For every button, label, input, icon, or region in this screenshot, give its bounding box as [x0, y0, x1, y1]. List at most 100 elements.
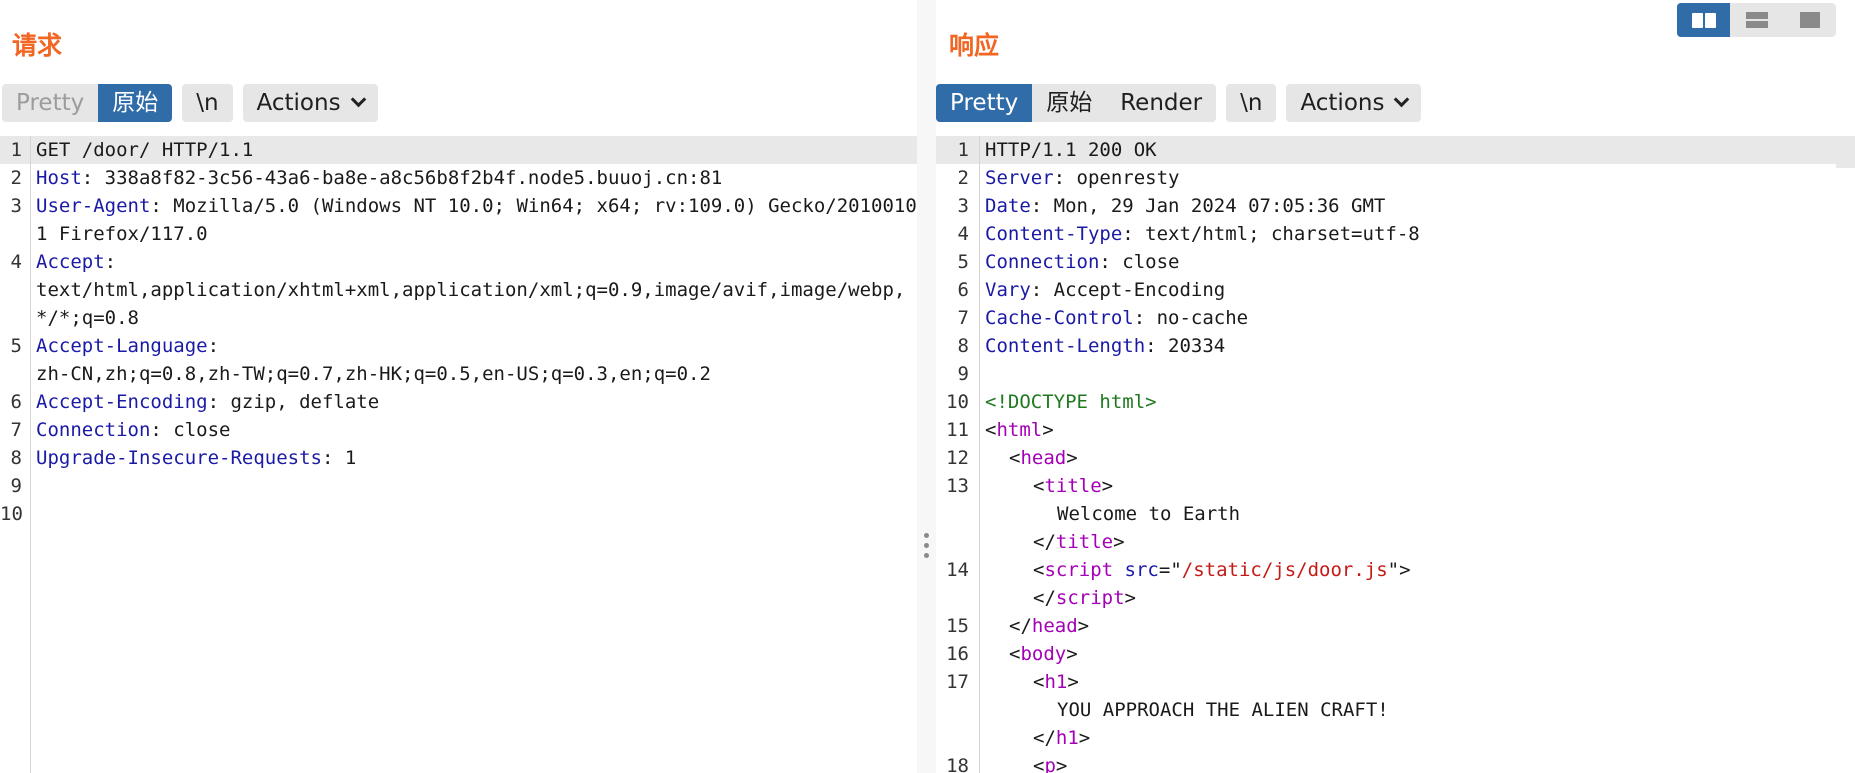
response-editor[interactable]: 1 HTTP/1.1 200 OK 2 Server: openresty 3 Date:…	[936, 136, 1855, 773]
code-text: <head>	[1009, 447, 1078, 469]
line-number: 1	[10, 139, 22, 161]
response-tab-pretty[interactable]: Pretty	[936, 84, 1033, 122]
chevron-down-icon	[350, 91, 366, 108]
line-number: 8	[10, 447, 22, 469]
request-code-line: 5 Accept-Language: zh-CN,zh;q=0.8,zh-TW;q…	[0, 332, 917, 388]
response-code-line: 2 Server: openresty	[936, 164, 1855, 192]
response-view-tabs: Pretty 原始 Render	[936, 84, 1217, 122]
code-text: HTTP/1.1 200 OK	[985, 139, 1157, 161]
line-number: 5	[957, 251, 969, 273]
response-code-line: 13 <title>	[936, 472, 1855, 500]
code-text: <script src="/static/js/door.js">	[1033, 559, 1411, 581]
response-code-line: 11 <html>	[936, 416, 1855, 444]
request-code-line: 4 Accept: text/html,application/xhtml+xml…	[0, 248, 917, 332]
response-code-line: 14 <script src="/static/js/door.js">	[936, 556, 1855, 584]
response-title: 响应	[949, 31, 1000, 60]
line-number: 8	[957, 335, 969, 357]
code-text: GET /door/ HTTP/1.1	[36, 139, 254, 161]
line-number: 4	[957, 223, 969, 245]
line-number	[936, 500, 969, 528]
request-code-line: 1 GET /door/ HTTP/1.1	[0, 136, 917, 164]
request-tab-pretty[interactable]: Pretty	[2, 84, 98, 122]
code-text: Accept-Language: zh-CN,zh;q=0.8,zh-TW;q=…	[36, 335, 711, 385]
response-code-line: YOU APPROACH THE ALIEN CRAFT!	[936, 696, 1855, 724]
response-code-line: Welcome to Earth	[936, 500, 1855, 528]
line-number	[936, 724, 969, 752]
line-number: 3	[10, 195, 22, 217]
line-number: 5	[10, 335, 22, 357]
request-code-line: 2 Host: 338a8f82-3c56-43a6-ba8e-a8c56b8f2…	[0, 164, 917, 192]
line-number: 16	[946, 643, 969, 665]
response-code-lines: 1 HTTP/1.1 200 OK 2 Server: openresty 3 Date:…	[936, 136, 1855, 773]
code-text: Vary: Accept-Encoding	[985, 279, 1226, 301]
scrollbar-thumb[interactable]	[1836, 136, 1855, 168]
line-number: 10	[946, 391, 969, 413]
line-number: 6	[10, 391, 22, 413]
code-text: YOU APPROACH THE ALIEN CRAFT!	[1057, 699, 1389, 721]
request-editor[interactable]: 1 GET /door/ HTTP/1.1 2 Host: 338a8f82-3c56…	[0, 136, 917, 773]
response-tab-render[interactable]: Render	[1106, 84, 1216, 122]
line-number	[936, 528, 969, 556]
request-toolbar: Pretty 原始 \n Actions	[2, 84, 378, 122]
line-number: 9	[957, 363, 969, 385]
request-tab-raw[interactable]: 原始	[98, 84, 173, 122]
response-code-line: 9	[936, 360, 1855, 388]
response-code-line: 3 Date: Mon, 29 Jan 2024 07:05:36 GMT	[936, 192, 1855, 220]
response-code-line: 4 Content-Type: text/html; charset=utf-8	[936, 220, 1855, 248]
line-number: 18	[946, 755, 969, 773]
code-text: Upgrade-Insecure-Requests: 1	[36, 447, 357, 469]
actions-label: Actions	[256, 90, 341, 116]
response-code-line: 10 <!DOCTYPE html>	[936, 388, 1855, 416]
request-view-tabs: Pretty 原始	[2, 84, 173, 122]
response-code-line: 6 Vary: Accept-Encoding	[936, 276, 1855, 304]
request-actions-button[interactable]: Actions	[243, 84, 378, 122]
response-code-line: 12 <head>	[936, 444, 1855, 472]
code-text: <html>	[985, 419, 1054, 441]
code-text: User-Agent: Mozilla/5.0 (Windows NT 10.0…	[36, 195, 917, 245]
code-text: Date: Mon, 29 Jan 2024 07:05:36 GMT	[985, 195, 1386, 217]
line-number: 12	[946, 447, 969, 469]
code-text: Content-Length: 20334	[985, 335, 1226, 357]
line-number: 2	[957, 167, 969, 189]
line-number: 4	[10, 251, 22, 273]
response-newline-toggle[interactable]: \n	[1226, 84, 1276, 122]
response-code-line: </title>	[936, 528, 1855, 556]
code-text: <h1>	[1033, 671, 1079, 693]
actions-label: Actions	[1300, 90, 1385, 116]
request-title: 请求	[12, 31, 63, 60]
request-code-line: 9	[0, 472, 917, 500]
code-text: Connection: close	[985, 251, 1180, 273]
response-code-line: 1 HTTP/1.1 200 OK	[936, 136, 1855, 164]
line-number	[936, 584, 969, 612]
request-code-line: 8 Upgrade-Insecure-Requests: 1	[0, 444, 917, 472]
request-newline-toggle[interactable]: \n	[182, 84, 232, 122]
code-text: Content-Type: text/html; charset=utf-8	[985, 223, 1420, 245]
line-number: 17	[946, 671, 969, 693]
line-number: 14	[946, 559, 969, 581]
code-text: Welcome to Earth	[1057, 503, 1241, 525]
code-text: </h1>	[1033, 727, 1091, 749]
response-code-line: 18 <p>	[936, 752, 1855, 773]
response-code-line: 5 Connection: close	[936, 248, 1855, 276]
line-number: 15	[946, 615, 969, 637]
request-code-line: 7 Connection: close	[0, 416, 917, 444]
code-text: <title>	[1033, 475, 1114, 497]
code-text: </script>	[1033, 587, 1136, 609]
request-pane: 请求 Pretty 原始 \n Actions 1 GET /door/ HTTP…	[0, 0, 917, 773]
response-code-line: 16 <body>	[936, 640, 1855, 668]
line-number: 11	[946, 419, 969, 441]
response-tab-raw[interactable]: 原始	[1032, 84, 1106, 122]
code-text: Connection: close	[36, 419, 231, 441]
pane-splitter[interactable]	[917, 0, 936, 773]
response-actions-button[interactable]: Actions	[1286, 84, 1421, 122]
line-number: 2	[10, 167, 22, 189]
code-text: </head>	[1009, 615, 1090, 637]
response-code-line: 15 </head>	[936, 612, 1855, 640]
chevron-down-icon	[1394, 91, 1410, 108]
response-pane: 响应 Pretty 原始 Render \n Actions 1 HTTP/1.1…	[936, 0, 1855, 773]
line-number: 6	[957, 279, 969, 301]
request-code-line: 10	[0, 500, 917, 528]
